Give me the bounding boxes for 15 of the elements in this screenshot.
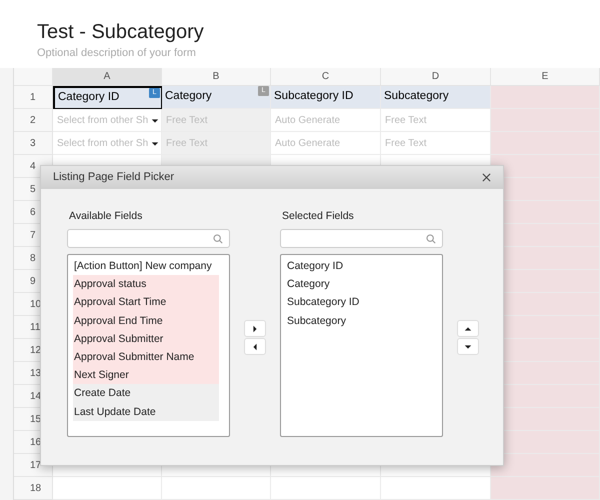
hint-text: Free Text [385, 114, 426, 128]
list-label: Available Fields [68, 209, 144, 224]
list-label: Selected Fields [281, 209, 355, 224]
hint-text: Auto Generate [275, 136, 340, 150]
form-title: Test - Subcategory [37, 20, 205, 44]
column-name: Category [164, 89, 212, 104]
hint-text: Select from other Sh [57, 136, 148, 150]
column-name: Subcategory ID [273, 89, 354, 104]
hint-text: Auto Generate [275, 114, 340, 128]
hint-text: Free Text [385, 136, 426, 150]
column-name: Subcategory [383, 89, 449, 104]
dialog-title: Listing Page Field Picker [53, 170, 174, 186]
column-name: Category ID [57, 90, 120, 106]
hint-text: Select from other Sh [57, 114, 148, 128]
form-description: Optional description of your form [37, 46, 197, 60]
